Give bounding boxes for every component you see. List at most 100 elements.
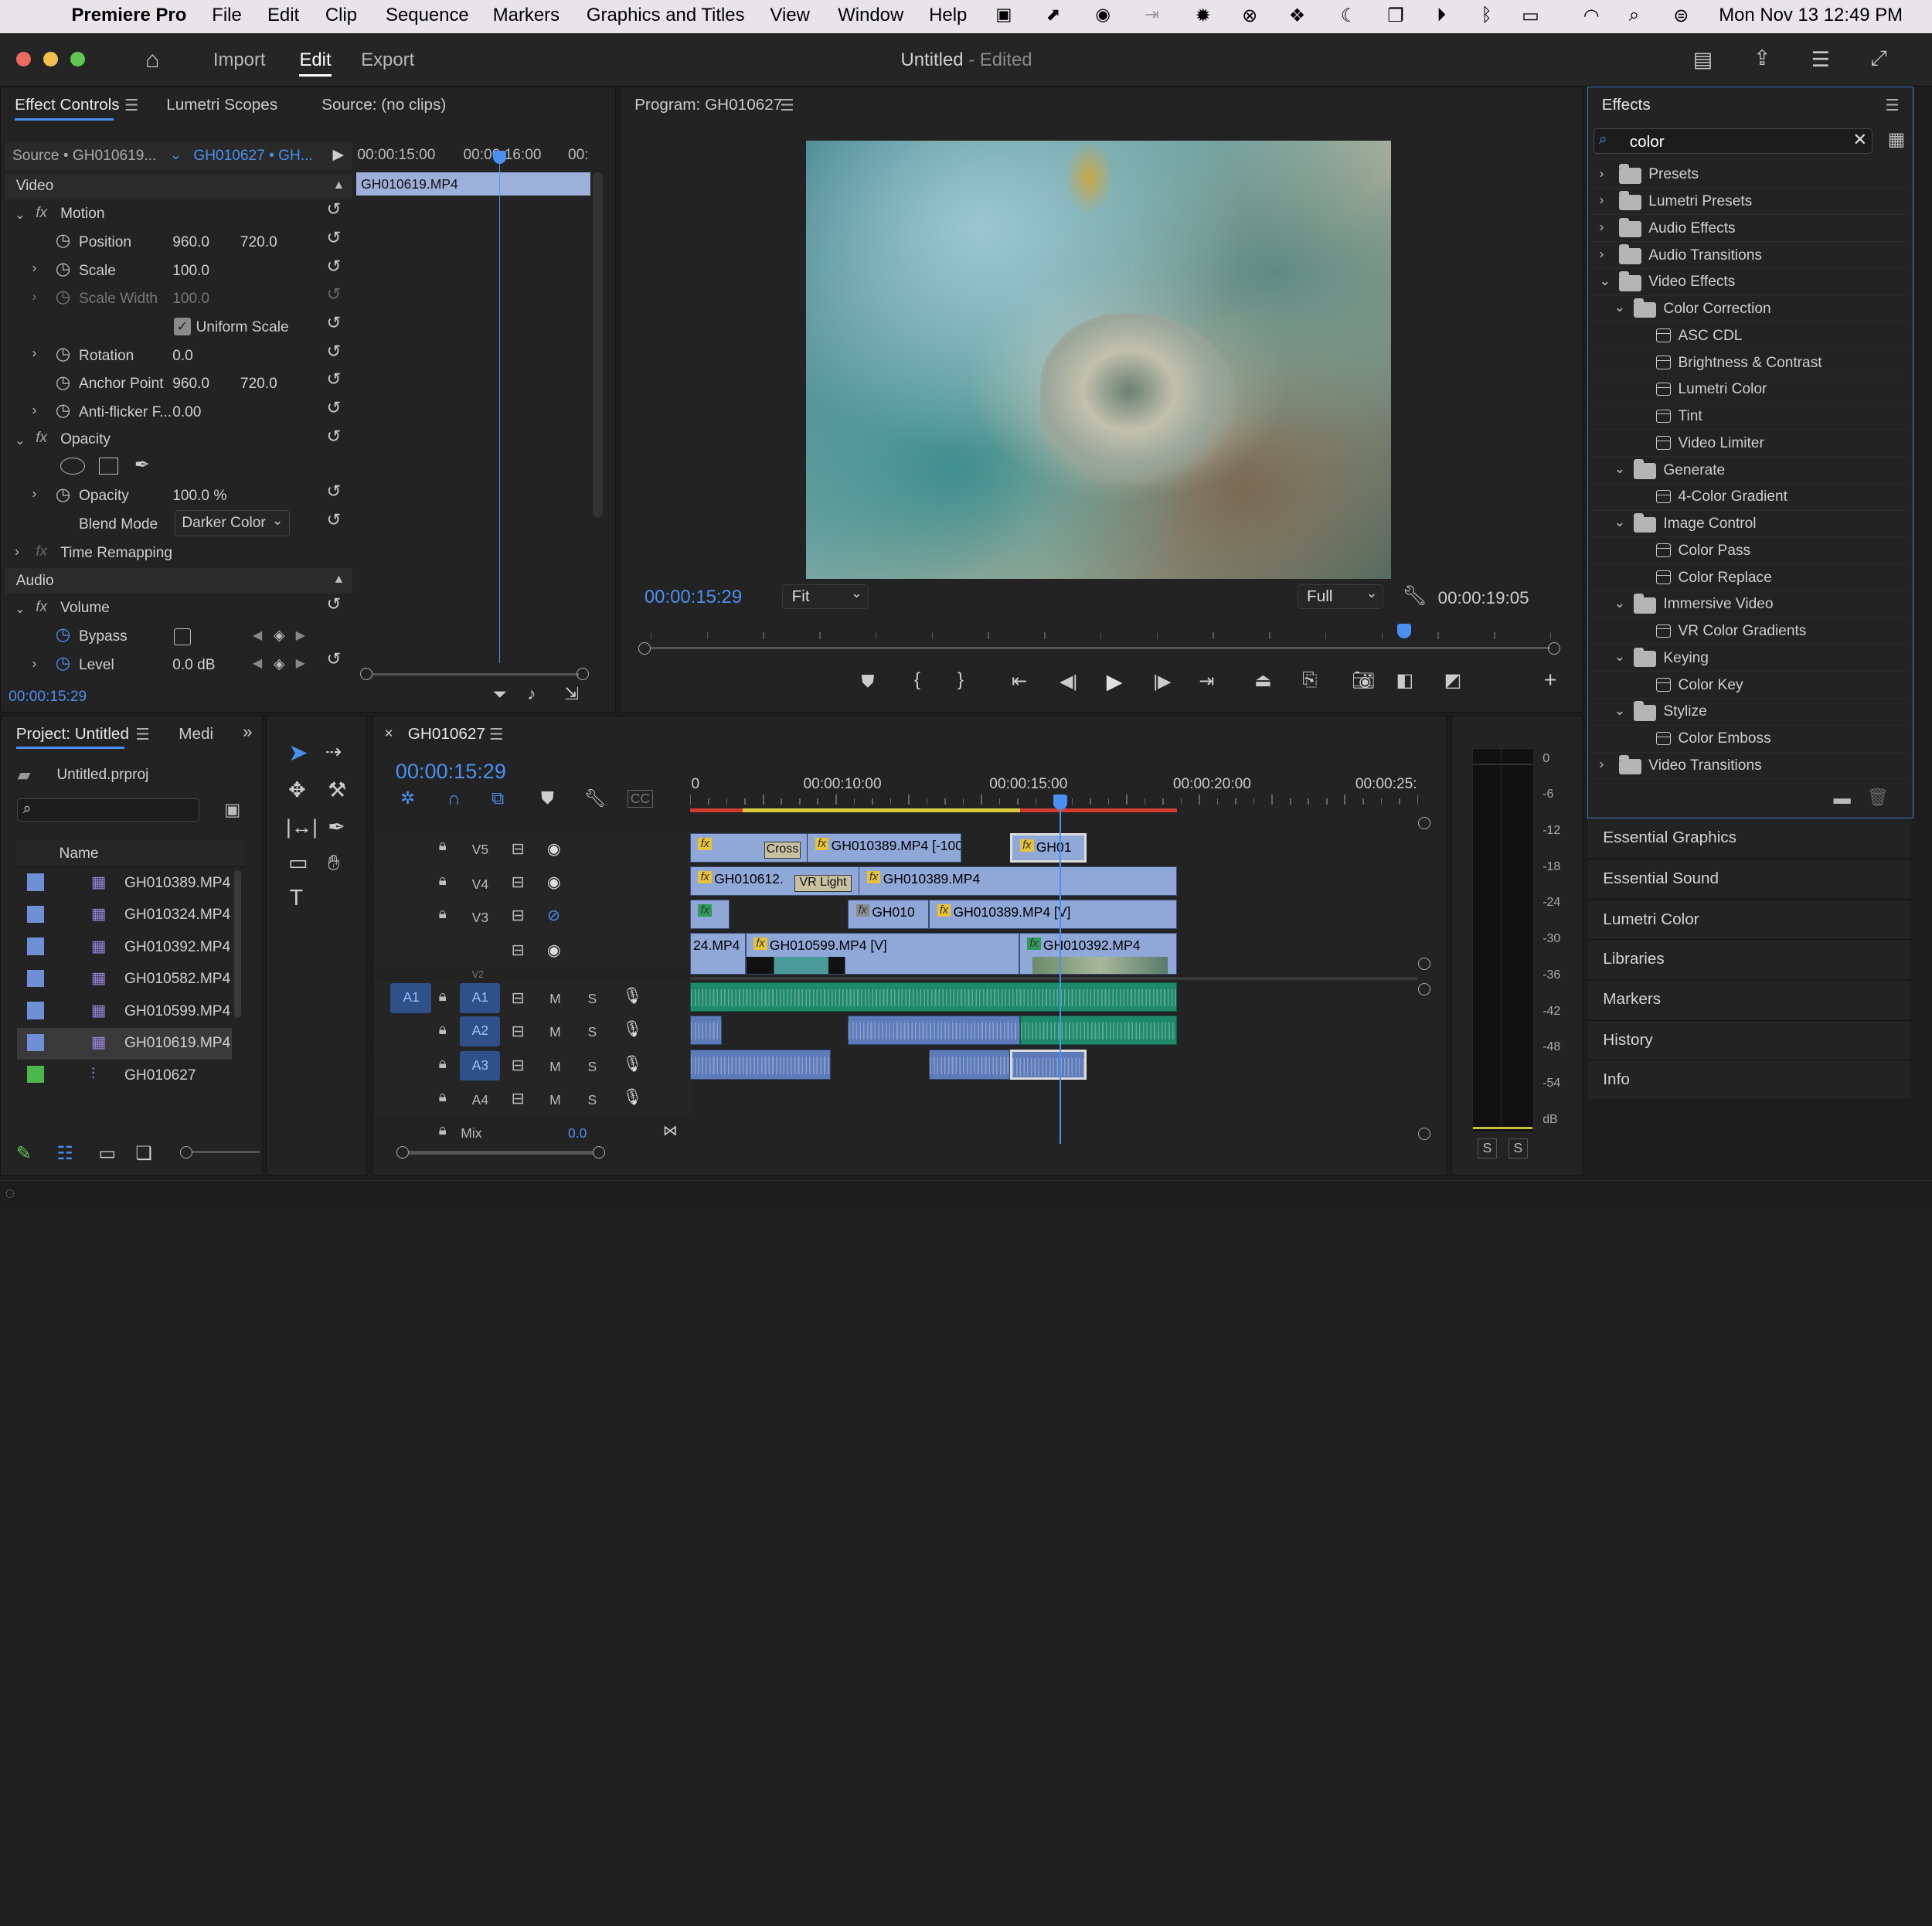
effects-tree-item[interactable]: Color Key <box>1589 672 1908 699</box>
stopwatch-icon[interactable]: ◷ <box>56 400 70 420</box>
lock-icon[interactable]: 🔒︎ <box>439 989 447 1006</box>
reset-scale-icon[interactable]: ↺ <box>327 257 342 277</box>
effects-tree-item[interactable]: ⌄ Video Effects <box>1589 269 1908 296</box>
eye-icon[interactable]: ◉ <box>547 873 561 892</box>
expand-opacity-icon[interactable]: › <box>32 485 36 502</box>
go-to-out-icon[interactable]: ⇥ <box>1199 670 1214 692</box>
label-color-swatch[interactable] <box>27 969 45 988</box>
share-icon[interactable]: ⇥ <box>1145 5 1159 25</box>
antiflicker-value[interactable]: 0.00 <box>172 404 201 421</box>
effects-tree-item[interactable]: › Lumetri Presets <box>1589 189 1908 216</box>
pen-mask-icon[interactable]: ✒ <box>134 454 150 476</box>
menu-sequence[interactable]: Sequence <box>386 5 469 26</box>
mute-button[interactable]: M <box>549 1059 561 1075</box>
tab-source[interactable]: Source: (no clips) <box>321 96 446 114</box>
play-triangle-icon[interactable]: ▶ <box>332 145 344 164</box>
stopwatch-active-icon[interactable]: ◷ <box>56 624 70 645</box>
scrub-end-handle[interactable] <box>1547 641 1560 655</box>
position-x-value[interactable]: 960.0 <box>172 234 209 251</box>
panel-libraries[interactable]: Libraries <box>1588 938 1911 978</box>
wifi-icon[interactable]: ◠ <box>1583 5 1600 27</box>
microphone-icon[interactable]: 🎙︎ <box>622 1020 642 1039</box>
menu-graphics[interactable]: Graphics and Titles <box>587 5 745 26</box>
label-color-swatch[interactable] <box>27 937 45 955</box>
solo-right-button[interactable]: S <box>1508 1138 1529 1159</box>
scrub-start-handle[interactable] <box>638 641 651 655</box>
label-color-swatch[interactable] <box>27 905 45 924</box>
scale-value[interactable]: 100.0 <box>172 263 209 280</box>
fx-icon[interactable]: fx <box>36 205 47 222</box>
sync-lock-icon[interactable]: ⊟ <box>512 906 525 925</box>
eye-hidden-icon[interactable]: ⊘ <box>547 906 560 925</box>
sync-lock-icon[interactable]: ⊟ <box>512 941 525 960</box>
new-bin-icon[interactable]: ▣ <box>224 800 240 820</box>
pen-tool-icon[interactable]: ✒ <box>328 815 345 839</box>
pointer-icon[interactable]: ⬈ <box>1046 5 1061 25</box>
zoom-window-button[interactable] <box>70 51 85 67</box>
sync-lock-icon[interactable]: ⊟ <box>512 989 525 1008</box>
trash-icon[interactable]: 🗑︎ <box>1867 788 1889 808</box>
new-folder-icon[interactable]: ▬ <box>1833 788 1850 808</box>
timeline-settings-icon[interactable]: 🔧︎ <box>584 788 606 808</box>
label-color-swatch[interactable] <box>27 1033 45 1051</box>
bypass-checkbox[interactable] <box>173 628 192 646</box>
moon-icon[interactable]: ☾ <box>1341 5 1357 27</box>
stopwatch-icon[interactable]: ◷ <box>56 373 70 393</box>
prev-keyframe-icon[interactable]: ◀ <box>253 655 262 671</box>
chevron-down-icon[interactable]: ⌄ <box>1614 299 1626 315</box>
zoom-slider-track[interactable] <box>192 1151 260 1154</box>
next-keyframe-icon[interactable]: ▶ <box>296 655 305 671</box>
tab-effect-controls[interactable]: Effect Controls <box>15 96 120 114</box>
add-keyframe-icon[interactable]: ◈ <box>274 655 285 673</box>
zoom-fit-select[interactable]: Fit ⌄ <box>782 584 869 609</box>
rectangle-tool-icon[interactable]: ▭ <box>288 850 308 875</box>
slip-tool-icon[interactable]: |↔| <box>286 815 318 839</box>
control-center-icon[interactable]: ⊜ <box>1673 5 1689 27</box>
home-icon[interactable]: ⌂ <box>145 47 159 73</box>
mute-button[interactable]: M <box>549 1024 561 1040</box>
sequence-clip-label[interactable]: GH010627 • GH... <box>193 148 312 165</box>
new-bin-fx-icon[interactable]: ▦ <box>1888 128 1906 151</box>
window-icon[interactable]: ❐ <box>1387 5 1403 27</box>
ec-zoom-bar[interactable] <box>372 672 580 675</box>
effects-tree-item[interactable]: ⌄ Immersive Video <box>1589 591 1908 618</box>
rectangle-mask-icon[interactable] <box>98 457 119 475</box>
effects-tree-item[interactable]: Color Replace <box>1589 564 1908 591</box>
position-y-value[interactable]: 720.0 <box>240 234 277 251</box>
label-color-swatch[interactable] <box>27 1066 45 1084</box>
camera-icon[interactable]: 📷︎ <box>1352 669 1375 692</box>
project-item[interactable]: ▦ GH010392.MP4 <box>17 931 231 963</box>
v2-clip-gh010599[interactable]: fx GH010599.MP4 [V] <box>745 932 1019 975</box>
solo-button[interactable]: S <box>588 1092 597 1108</box>
mark-in-icon[interactable]: { <box>914 669 920 691</box>
chevron-down-icon[interactable]: ⌄ <box>1614 703 1626 719</box>
tab-lumetri-scopes[interactable]: Lumetri Scopes <box>166 96 277 114</box>
track-target-a3[interactable]: A3 <box>459 1051 501 1081</box>
ec-vertical-scrollbar[interactable] <box>592 172 603 518</box>
v5-transition-cross[interactable]: Cross <box>764 841 801 859</box>
mute-button[interactable]: M <box>549 991 561 1007</box>
playback-quality-select[interactable]: Full ⌄ <box>1297 584 1384 609</box>
menu-window[interactable]: Window <box>838 5 903 26</box>
solo-button[interactable]: S <box>588 991 597 1007</box>
chevron-down-icon[interactable]: ⌄ <box>1614 461 1626 477</box>
effects-tree-item[interactable]: ⌄ Stylize <box>1589 699 1908 726</box>
effects-search-input[interactable]: ⌕ color ✕ <box>1593 128 1873 155</box>
nest-icon[interactable]: ✲ <box>400 788 415 808</box>
hscroll-handle-right[interactable] <box>592 1145 605 1159</box>
add-marker-icon[interactable]: ⛊ <box>541 788 554 808</box>
effects-tree-item[interactable]: Color Emboss <box>1589 726 1908 753</box>
timeline-hscroll-bar[interactable] <box>409 1151 594 1155</box>
battery-icon[interactable]: ▭ <box>1522 5 1539 27</box>
a1-audio-clip[interactable] <box>689 982 1177 1012</box>
expand-level-icon[interactable]: › <box>32 655 36 672</box>
track-label-a4[interactable]: A4 <box>472 1092 488 1108</box>
globe-icon[interactable]: ⊗ <box>1242 5 1257 27</box>
project-item[interactable]: ▦ GH010324.MP4 <box>17 900 231 931</box>
microphone-icon[interactable]: 🎙︎ <box>622 1055 642 1074</box>
sequence-tab[interactable]: GH010627 <box>408 725 485 744</box>
project-item[interactable]: ⫶ GH010627 <box>17 1060 231 1091</box>
project-item[interactable]: ▦ GH010389.MP4 <box>17 867 231 899</box>
v2-clip-gh010392[interactable]: fx GH010392.MP4 <box>1019 932 1177 975</box>
collapse-up-icon[interactable]: ▲ <box>332 179 345 192</box>
